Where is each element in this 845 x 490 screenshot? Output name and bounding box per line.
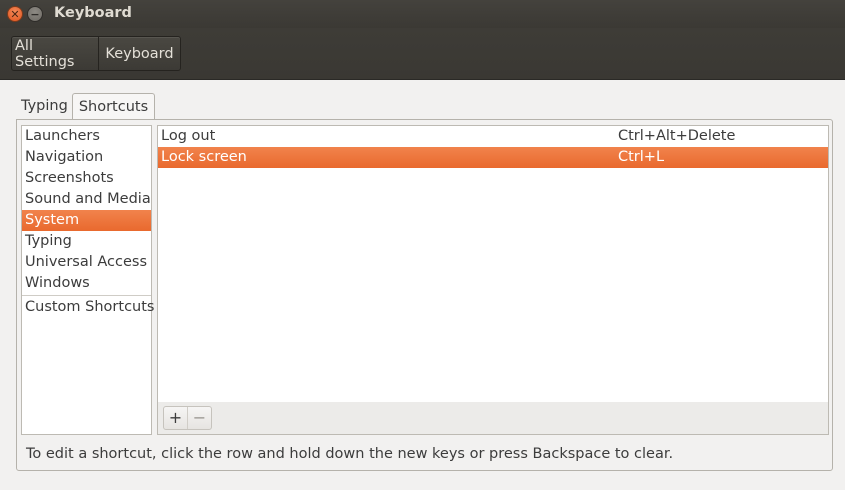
remove-shortcut-button[interactable]: − — [187, 407, 211, 429]
category-divider — [22, 295, 151, 296]
breadcrumb: All Settings Keyboard — [11, 36, 181, 71]
category-navigation[interactable]: Navigation — [22, 147, 151, 168]
category-launchers[interactable]: Launchers — [22, 126, 151, 147]
shortcut-action: Lock screen — [161, 149, 247, 165]
minimize-icon[interactable]: − — [27, 6, 43, 22]
category-sound-and-media[interactable]: Sound and Media — [22, 189, 151, 210]
category-system[interactable]: System — [22, 210, 151, 231]
close-icon[interactable]: ✕ — [7, 6, 23, 22]
tab-shortcuts[interactable]: Shortcuts — [71, 93, 156, 119]
add-shortcut-button[interactable]: + — [164, 407, 187, 429]
title-bar: ✕ − Keyboard — [0, 0, 845, 28]
shortcut-row[interactable]: Log out Ctrl+Alt+Delete — [158, 126, 828, 147]
shortcut-list: Log out Ctrl+Alt+Delete Lock screen Ctrl… — [157, 125, 829, 403]
category-universal-access[interactable]: Universal Access — [22, 252, 151, 273]
tab-typing[interactable]: Typing — [17, 94, 72, 118]
tab-strip: Typing Shortcuts — [17, 93, 156, 119]
window-title: Keyboard — [54, 5, 132, 21]
list-toolbar: + − — [157, 402, 829, 435]
all-settings-button[interactable]: All Settings — [12, 37, 98, 70]
category-list: Launchers Navigation Screenshots Sound a… — [21, 125, 154, 435]
category-custom-shortcuts[interactable]: Custom Shortcuts — [22, 297, 154, 318]
add-remove-group: + − — [163, 406, 212, 430]
category-screenshots[interactable]: Screenshots — [22, 168, 151, 189]
shortcut-row[interactable]: Lock screen Ctrl+L — [158, 147, 828, 168]
category-typing[interactable]: Typing — [22, 231, 151, 252]
help-text: To edit a shortcut, click the row and ho… — [26, 446, 674, 462]
shortcut-accelerator: Ctrl+Alt+Delete — [618, 128, 736, 144]
shortcut-action: Log out — [161, 128, 216, 144]
category-windows[interactable]: Windows — [22, 273, 151, 294]
header-toolbar: All Settings Keyboard — [0, 28, 845, 80]
breadcrumb-keyboard[interactable]: Keyboard — [98, 37, 180, 70]
shortcut-accelerator: Ctrl+L — [618, 149, 665, 165]
